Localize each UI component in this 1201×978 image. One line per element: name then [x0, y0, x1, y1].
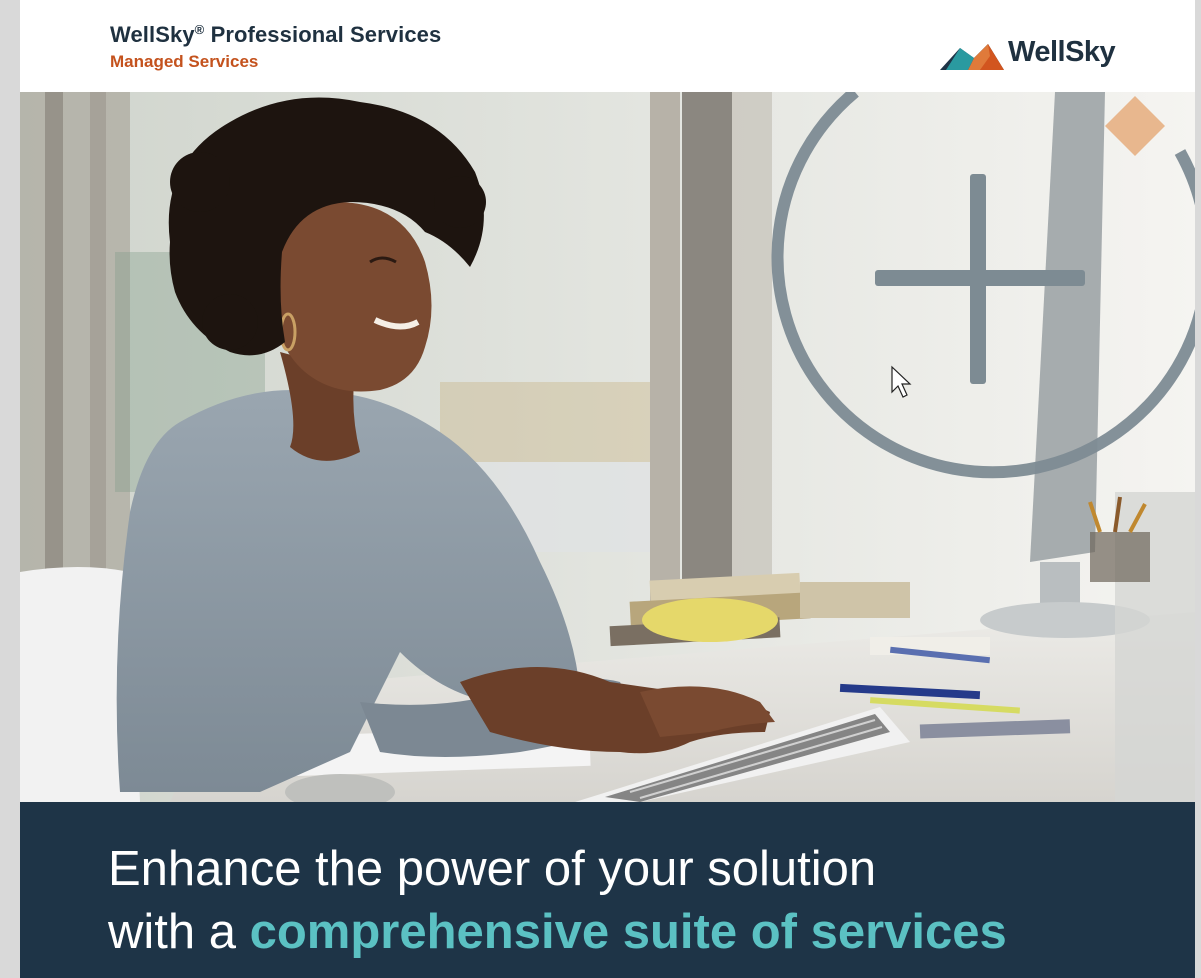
- woman-at-computer-photo: [20, 92, 1195, 802]
- document-page: WellSky® Professional Services Managed S…: [20, 0, 1195, 978]
- brand-title-rest: Professional Services: [204, 22, 442, 47]
- headline-line2-prefix: with a: [108, 905, 250, 959]
- logo-wordmark: WellSky: [1008, 36, 1116, 68]
- brand-title: WellSky® Professional Services: [110, 22, 441, 48]
- headline-highlight: comprehensive suite of services: [249, 905, 1007, 959]
- registered-mark: ®: [194, 22, 205, 37]
- headline-line1: Enhance the power of your solution: [108, 842, 877, 896]
- headline-banner: Enhance the power of your solution with …: [20, 802, 1195, 978]
- page-header: WellSky® Professional Services Managed S…: [20, 0, 1195, 92]
- brand-subtitle: Managed Services: [110, 52, 259, 71]
- hero-photo: [20, 92, 1195, 802]
- brand-name: WellSky: [110, 22, 195, 47]
- banner-headline: Enhance the power of your solution with …: [108, 838, 1168, 964]
- wellsky-mountain-logo-icon: [940, 44, 1004, 70]
- wellsky-logo: WellSky: [938, 34, 1158, 74]
